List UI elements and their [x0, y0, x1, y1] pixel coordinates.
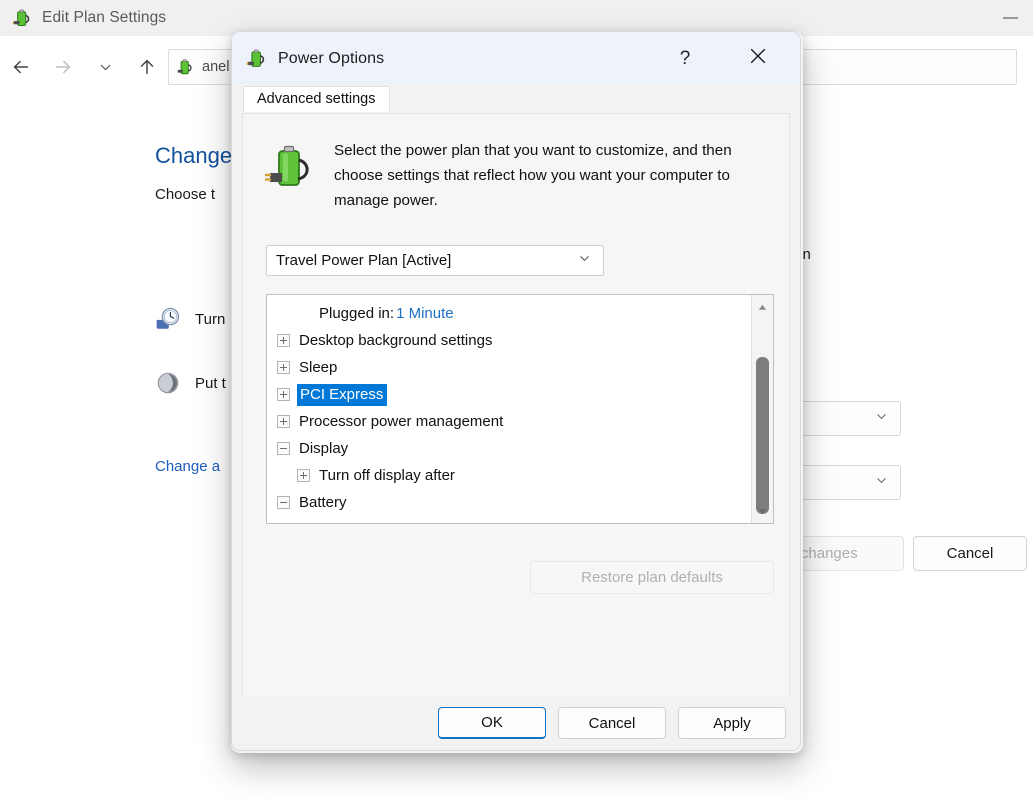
tree-item-label: Processor power management	[297, 412, 505, 431]
setting-row-sleep-label: Put t	[195, 375, 226, 392]
tree-item-label: Turn off display after	[317, 466, 457, 485]
tree-item[interactable]: Critical battery notification	[267, 516, 751, 523]
scroll-down-arrow-icon[interactable]	[752, 501, 773, 521]
apply-button[interactable]: Apply	[678, 707, 786, 739]
tree-scrollbar[interactable]	[751, 295, 773, 523]
tree-spacer	[297, 307, 310, 320]
forward-arrow-icon	[52, 56, 74, 78]
tree-item-label: Critical battery notification	[317, 520, 493, 523]
setting-row-sleep: Put t	[155, 370, 226, 396]
dialog-description: Select the power plan that you want to c…	[334, 138, 764, 213]
scroll-up-arrow-icon[interactable]	[752, 297, 773, 317]
advanced-settings-tree[interactable]: Plugged in: 1 Minute Desktop background s…	[266, 294, 774, 524]
recent-locations-button[interactable]	[84, 46, 126, 88]
dialog-titlebar: Power Options ?	[232, 32, 800, 85]
setting-row-display: Turn	[155, 306, 225, 332]
tree-item[interactable]: Plugged in: 1 Minute	[267, 300, 751, 327]
background-cancel-button[interactable]: Cancel	[913, 536, 1027, 571]
dialog-tabstrip: Advanced settings	[232, 85, 800, 111]
tree-item[interactable]: Processor power management	[267, 408, 751, 435]
collapse-minus-icon[interactable]	[277, 496, 290, 509]
collapse-minus-icon[interactable]	[277, 442, 290, 455]
up-arrow-icon	[136, 56, 158, 78]
expand-plus-icon[interactable]	[277, 415, 290, 428]
ok-button[interactable]: OK	[438, 707, 546, 739]
power-plan-combobox[interactable]: Travel Power Plan [Active]	[266, 245, 604, 276]
tree-item[interactable]: Battery	[267, 489, 751, 516]
tree-item[interactable]: Display	[267, 435, 751, 462]
back-arrow-icon	[10, 56, 32, 78]
chevron-down-icon	[874, 409, 889, 429]
back-button[interactable]	[0, 46, 42, 88]
background-window-title: Edit Plan Settings	[42, 9, 166, 27]
dialog-footer: OK Cancel Apply	[232, 696, 800, 750]
tree-item[interactable]: PCI Express	[267, 381, 751, 408]
expand-plus-icon[interactable]	[277, 334, 290, 347]
tree-item-label: Display	[297, 439, 350, 458]
tree-item-label: Plugged in:	[317, 304, 396, 323]
setting-row-display-label: Turn	[195, 311, 225, 328]
description-area: Select the power plan that you want to c…	[243, 114, 789, 213]
tree-item[interactable]: Turn off display after	[267, 462, 751, 489]
page-title: Change	[155, 143, 232, 169]
chevron-down-icon	[577, 251, 592, 271]
page-subtitle: Choose t	[155, 186, 215, 203]
tree-item-label: Sleep	[297, 358, 339, 377]
expand-plus-icon[interactable]	[297, 469, 310, 482]
expand-plus-icon[interactable]	[277, 361, 290, 374]
clock-icon	[155, 306, 181, 332]
close-icon	[747, 45, 769, 72]
power-plan-combobox-value: Travel Power Plan [Active]	[267, 252, 577, 269]
tree-item[interactable]: Sleep	[267, 354, 751, 381]
forward-button[interactable]	[42, 46, 84, 88]
chevron-down-icon	[874, 473, 889, 493]
tree-item-label: PCI Express	[297, 384, 387, 406]
tree-item-label: Desktop background settings	[297, 331, 494, 350]
moon-display-icon	[155, 370, 181, 396]
expand-plus-icon[interactable]	[277, 388, 290, 401]
dialog-title: Power Options	[278, 50, 384, 68]
power-plug-battery-icon	[246, 48, 267, 69]
help-button[interactable]: ?	[662, 32, 708, 85]
restore-plan-defaults-button[interactable]: Restore plan defaults	[530, 561, 774, 594]
minimize-icon	[1003, 17, 1018, 19]
change-advanced-settings-link[interactable]: Change a	[155, 458, 220, 475]
power-plug-battery-icon	[12, 8, 32, 28]
advanced-settings-panel: Select the power plan that you want to c…	[242, 113, 790, 698]
power-plug-battery-icon	[176, 58, 194, 76]
cancel-button[interactable]: Cancel	[558, 707, 666, 739]
power-options-dialog: Power Options ? Advanced settings	[231, 31, 801, 751]
tree-item-value: 1 Minute	[396, 305, 454, 322]
close-button[interactable]	[732, 32, 784, 85]
tree-item[interactable]: Desktop background settings	[267, 327, 751, 354]
minimize-button[interactable]	[987, 0, 1033, 36]
scrollbar-thumb[interactable]	[756, 357, 769, 514]
up-button[interactable]	[126, 46, 168, 88]
tree-item-label: Battery	[297, 493, 349, 512]
green-battery-plug-icon	[265, 141, 317, 193]
chevron-down-icon	[97, 59, 114, 76]
breadcrumb: anel	[202, 59, 229, 75]
tab-advanced-settings[interactable]: Advanced settings	[243, 86, 390, 112]
tree-list[interactable]: Plugged in: 1 Minute Desktop background s…	[267, 295, 751, 523]
